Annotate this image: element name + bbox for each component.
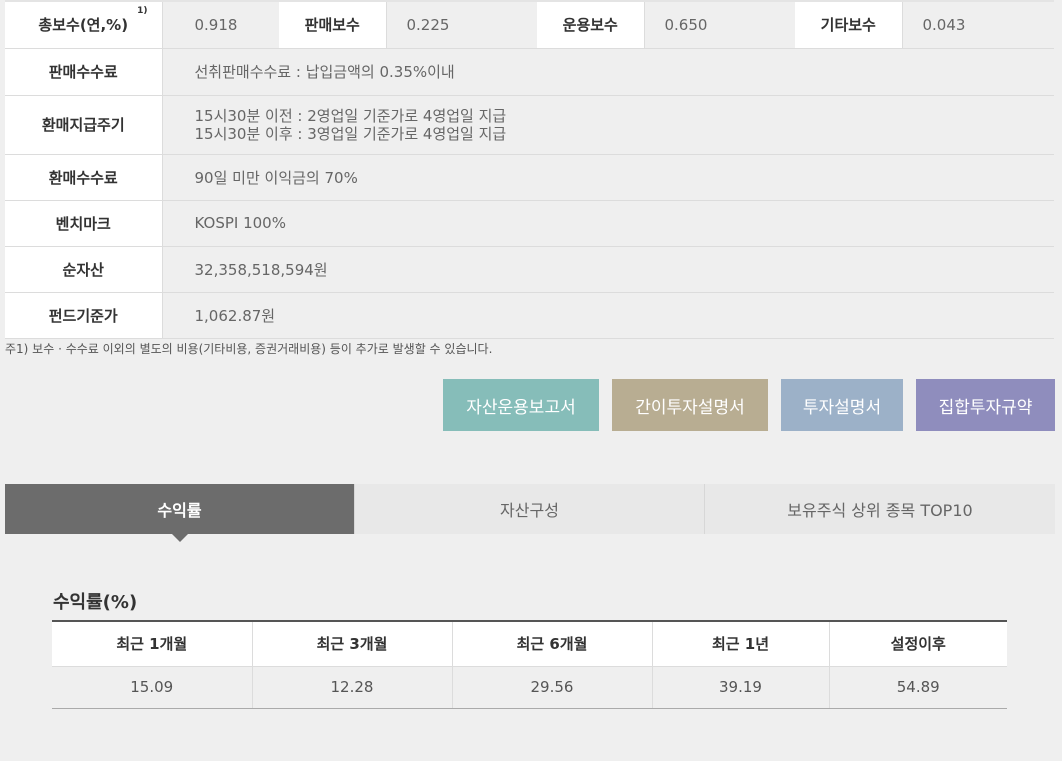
benchmark-label: 벤치마크 — [5, 200, 163, 247]
other-fee-label: 기타보수 — [795, 0, 903, 49]
sales-fee-rate-value: 0.225 — [386, 0, 537, 49]
sales-commission-label: 판매수수료 — [5, 48, 163, 96]
sales-commission-value: 선취판매수수료 : 납입금액의 0.35%이내 — [162, 48, 1054, 96]
redemption-fee-value: 90일 미만 이익금의 70% — [162, 154, 1054, 201]
fund-rules-button[interactable]: 집합투자규약 — [916, 379, 1055, 431]
returns-header-since-inception: 설정이후 — [829, 620, 1007, 667]
fee-footnote: 주1) 보수 · 수수료 이외의 별도의 비용(기타비용, 증권거래비용) 등이… — [5, 342, 493, 356]
nav-value: 1,062.87원 — [162, 292, 1054, 339]
benchmark-value: KOSPI 100% — [162, 200, 1054, 247]
returns-table: 최근 1개월 최근 3개월 최근 6개월 최근 1년 설정이후 15.09 12… — [52, 620, 1007, 709]
returns-header-1m: 최근 1개월 — [52, 620, 253, 667]
returns-title: 수익률(%) — [53, 592, 138, 613]
returns-header-1y: 최근 1년 — [652, 620, 830, 667]
returns-header-row: 최근 1개월 최근 3개월 최근 6개월 최근 1년 설정이후 — [52, 620, 1007, 667]
returns-header-3m: 최근 3개월 — [252, 620, 453, 667]
return-3m: 12.28 — [252, 666, 453, 709]
returns-header-6m: 최근 6개월 — [452, 620, 653, 667]
simple-prospectus-button[interactable]: 간이투자설명서 — [612, 379, 768, 431]
return-1m: 15.09 — [52, 666, 253, 709]
net-assets-value: 32,358,518,594원 — [162, 246, 1054, 293]
table-row: 15.09 12.28 29.56 39.19 54.89 — [52, 666, 1007, 709]
return-since-inception: 54.89 — [829, 666, 1007, 709]
nav-label: 펀드기준가 — [5, 292, 163, 339]
return-6m: 29.56 — [452, 666, 653, 709]
prospectus-button[interactable]: 투자설명서 — [781, 379, 903, 431]
return-1y: 39.19 — [652, 666, 830, 709]
tab-returns[interactable]: 수익률 — [5, 484, 354, 542]
fund-info-table: 총보수(연,%) 1) 0.918 판매보수 0.225 운용보수 0.650 … — [5, 0, 1054, 339]
tab-top10-holdings[interactable]: 보유주식 상위 종목 TOP10 — [704, 484, 1055, 534]
fund-detail-tabs: 수익률 자산구성 보유주식 상위 종목 TOP10 — [5, 484, 1055, 542]
mgmt-fee-label: 운용보수 — [537, 0, 645, 49]
tab-asset-composition[interactable]: 자산구성 — [354, 484, 704, 534]
redemption-cycle-value: 15시30분 이전 : 2영업일 기준가로 4영업일 지급 15시30분 이후 … — [162, 95, 1054, 155]
redemption-cycle-label: 환매지급주기 — [5, 95, 163, 155]
net-assets-label: 순자산 — [5, 246, 163, 293]
total-fee-value: 0.918 — [162, 0, 279, 49]
other-fee-value: 0.043 — [902, 0, 1054, 49]
asset-report-button[interactable]: 자산운용보고서 — [443, 379, 599, 431]
mgmt-fee-value: 0.650 — [644, 0, 795, 49]
redemption-fee-label: 환매수수료 — [5, 154, 163, 201]
footnote-marker: 1) — [137, 6, 148, 16]
sales-fee-rate-label: 판매보수 — [279, 0, 387, 49]
total-fee-label: 총보수(연,%) 1) — [5, 0, 163, 49]
